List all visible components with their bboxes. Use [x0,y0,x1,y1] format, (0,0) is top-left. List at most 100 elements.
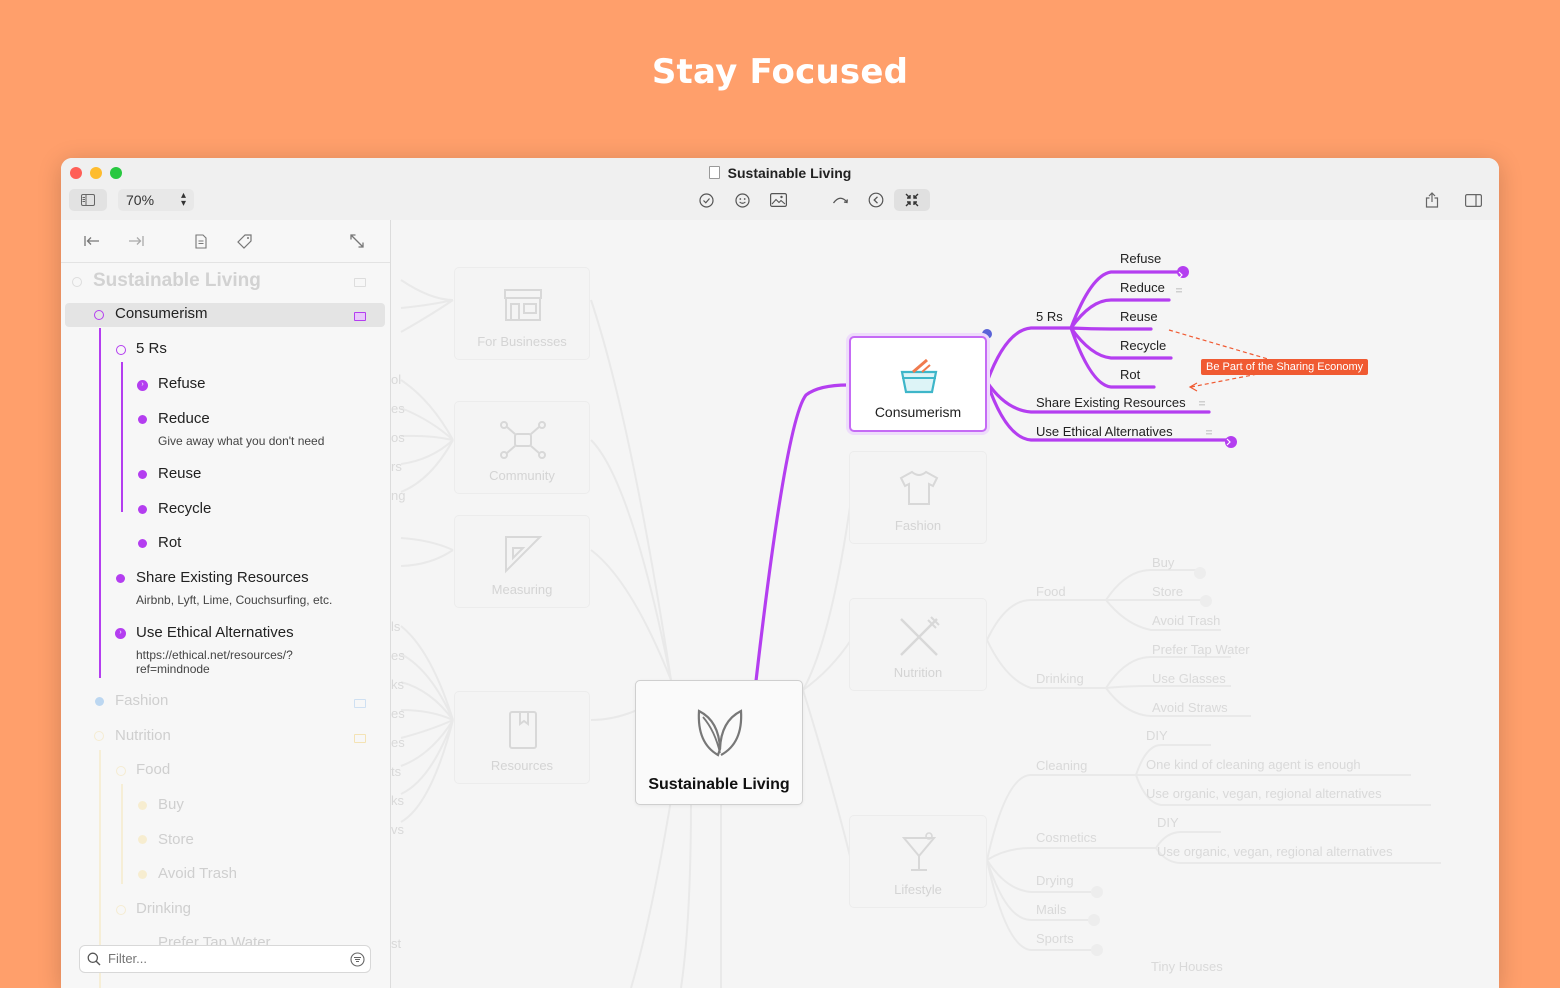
outline-item-rot[interactable]: Rot [158,534,181,551]
sticker-button[interactable] [724,189,760,211]
note-button[interactable] [190,230,212,252]
map-prefer-tap[interactable]: Prefer Tap Water [1152,642,1250,657]
node-nutrition[interactable]: Nutrition [849,598,987,691]
map-share[interactable]: Share Existing Resources [1036,395,1186,410]
map-left-fragment: rs [391,459,402,474]
image-button[interactable] [760,189,796,211]
map-use-glasses[interactable]: Use Glasses [1152,671,1226,686]
map-recycle[interactable]: Recycle [1120,338,1166,353]
leaf-icon [697,709,743,757]
outdent-icon [84,236,99,246]
node-label: Nutrition [893,665,943,680]
map-left-fragment: ks [391,793,404,808]
window-title-text: Sustainable Living [727,165,852,181]
window-title: Sustainable Living [61,165,1499,181]
map-annotation[interactable]: Be Part of the Sharing Economy [1201,359,1369,375]
image-badge-icon [354,312,366,321]
map-use-organic[interactable]: Use organic, vegan, regional alternative… [1146,786,1382,801]
map-reuse[interactable]: Reuse [1120,309,1158,324]
map-left-fragment: es [391,648,405,663]
headline: Stay Focused [651,52,909,92]
map-diy2[interactable]: DIY [1157,815,1179,830]
task-button[interactable] [688,189,724,211]
outline-item-5rs[interactable]: 5 Rs [136,340,167,357]
reduce-dot [138,415,147,424]
node-label: Sustainable Living [648,776,790,793]
map-ethical[interactable]: Use Ethical Alternatives [1036,424,1173,439]
map-rot[interactable]: Rot [1120,367,1140,382]
zoom-select[interactable]: 70% ▴ ▾ [118,189,194,211]
outline-item-avoid-trash[interactable]: Avoid Trash [158,865,237,882]
focus-mode-button[interactable] [894,189,930,211]
node-community[interactable]: Community [454,401,590,494]
map-reduce[interactable]: Reduce [1120,280,1165,295]
map-one-kind[interactable]: One kind of cleaning agent is enough [1146,757,1361,772]
map-left-fragment: ol [391,372,402,387]
map-drinking[interactable]: Drinking [1036,671,1084,686]
refuse-arrow-icon[interactable]: › [137,380,148,391]
share-note: Airbnb, Lyft, Lime, Couchsurfing, etc. [136,593,333,607]
map-left-fragment: vs [391,822,404,837]
node-measuring[interactable]: Measuring [454,515,590,608]
five-rs-branch-line [121,362,123,512]
outline-item-root[interactable]: Sustainable Living [93,270,261,292]
indent-button[interactable] [125,230,147,252]
outline-item-food[interactable]: Food [136,761,170,778]
node-for-businesses[interactable]: For Businesses [454,267,590,360]
map-sports[interactable]: Sports [1036,931,1074,946]
map-cleaning[interactable]: Cleaning [1036,758,1087,773]
map-refuse[interactable]: Refuse [1120,251,1161,266]
expand-button[interactable] [346,230,368,252]
ruler-triangle-icon [505,536,543,574]
quick-entry-button[interactable] [858,189,894,211]
outline-item-reuse[interactable]: Reuse [158,465,201,482]
map-cosmetics[interactable]: Cosmetics [1036,830,1097,845]
network-icon [500,421,546,459]
tag-button[interactable] [233,230,255,252]
node-lifestyle[interactable]: Lifestyle [849,815,987,908]
map-store[interactable]: Store [1152,584,1183,599]
map-use-organic2[interactable]: Use organic, vegan, regional alternative… [1157,844,1393,859]
outdent-button[interactable] [81,230,103,252]
outline-item-refuse[interactable]: Refuse [158,375,206,392]
node-root[interactable]: Sustainable Living [635,680,803,805]
outline-item-store[interactable]: Store [158,831,194,848]
outline-item-ethical[interactable]: Use Ethical Alternatives [136,624,294,641]
map-buy[interactable]: Buy [1152,555,1174,570]
filter-options-icon[interactable] [350,952,365,967]
cocktail-glass-icon [901,832,937,871]
map-5rs[interactable]: 5 Rs [1036,309,1063,324]
outline-item-nutrition[interactable]: Nutrition [115,727,171,744]
outline-item-drinking[interactable]: Drinking [136,900,191,917]
node-consumerism[interactable]: Consumerism [849,336,987,432]
share-button[interactable] [1417,189,1447,211]
ethical-arrow-icon[interactable]: › [115,628,126,639]
map-drying[interactable]: Drying [1036,873,1074,888]
sidebar-toggle-button[interactable] [69,189,107,211]
filter-field[interactable] [79,945,371,973]
map-diy[interactable]: DIY [1146,728,1168,743]
filter-input[interactable] [106,950,330,967]
connect-button[interactable] [822,189,858,211]
outline-item-share[interactable]: Share Existing Resources [136,569,309,586]
node-fashion[interactable]: Fashion [849,451,987,544]
map-tiny-houses[interactable]: Tiny Houses [1151,959,1223,974]
outline-item-fashion[interactable]: Fashion [115,692,168,709]
five-rs-dot[interactable] [116,345,126,355]
outline-item-reduce[interactable]: Reduce [158,410,210,427]
map-avoid-straws[interactable]: Avoid Straws [1152,700,1228,715]
map-mails[interactable]: Mails [1036,902,1066,917]
map-avoid-trash[interactable]: Avoid Trash [1152,613,1220,628]
map-food[interactable]: Food [1036,584,1066,599]
smiley-icon [734,192,750,208]
consumerism-dot[interactable] [94,310,104,320]
node-resources[interactable]: Resources [454,691,590,784]
map-left-fragment: ls [391,619,401,634]
inspector-toggle-button[interactable] [1458,189,1488,211]
image-badge-icon [354,699,366,708]
map-left-fragment: ng [391,488,406,503]
outline-item-recycle[interactable]: Recycle [158,500,211,517]
outline-item-buy[interactable]: Buy [158,796,184,813]
outline-item-consumerism[interactable]: Consumerism [115,305,208,322]
mindmap-canvas[interactable]: For Businesses Community Measuring Resou… [391,220,1499,988]
